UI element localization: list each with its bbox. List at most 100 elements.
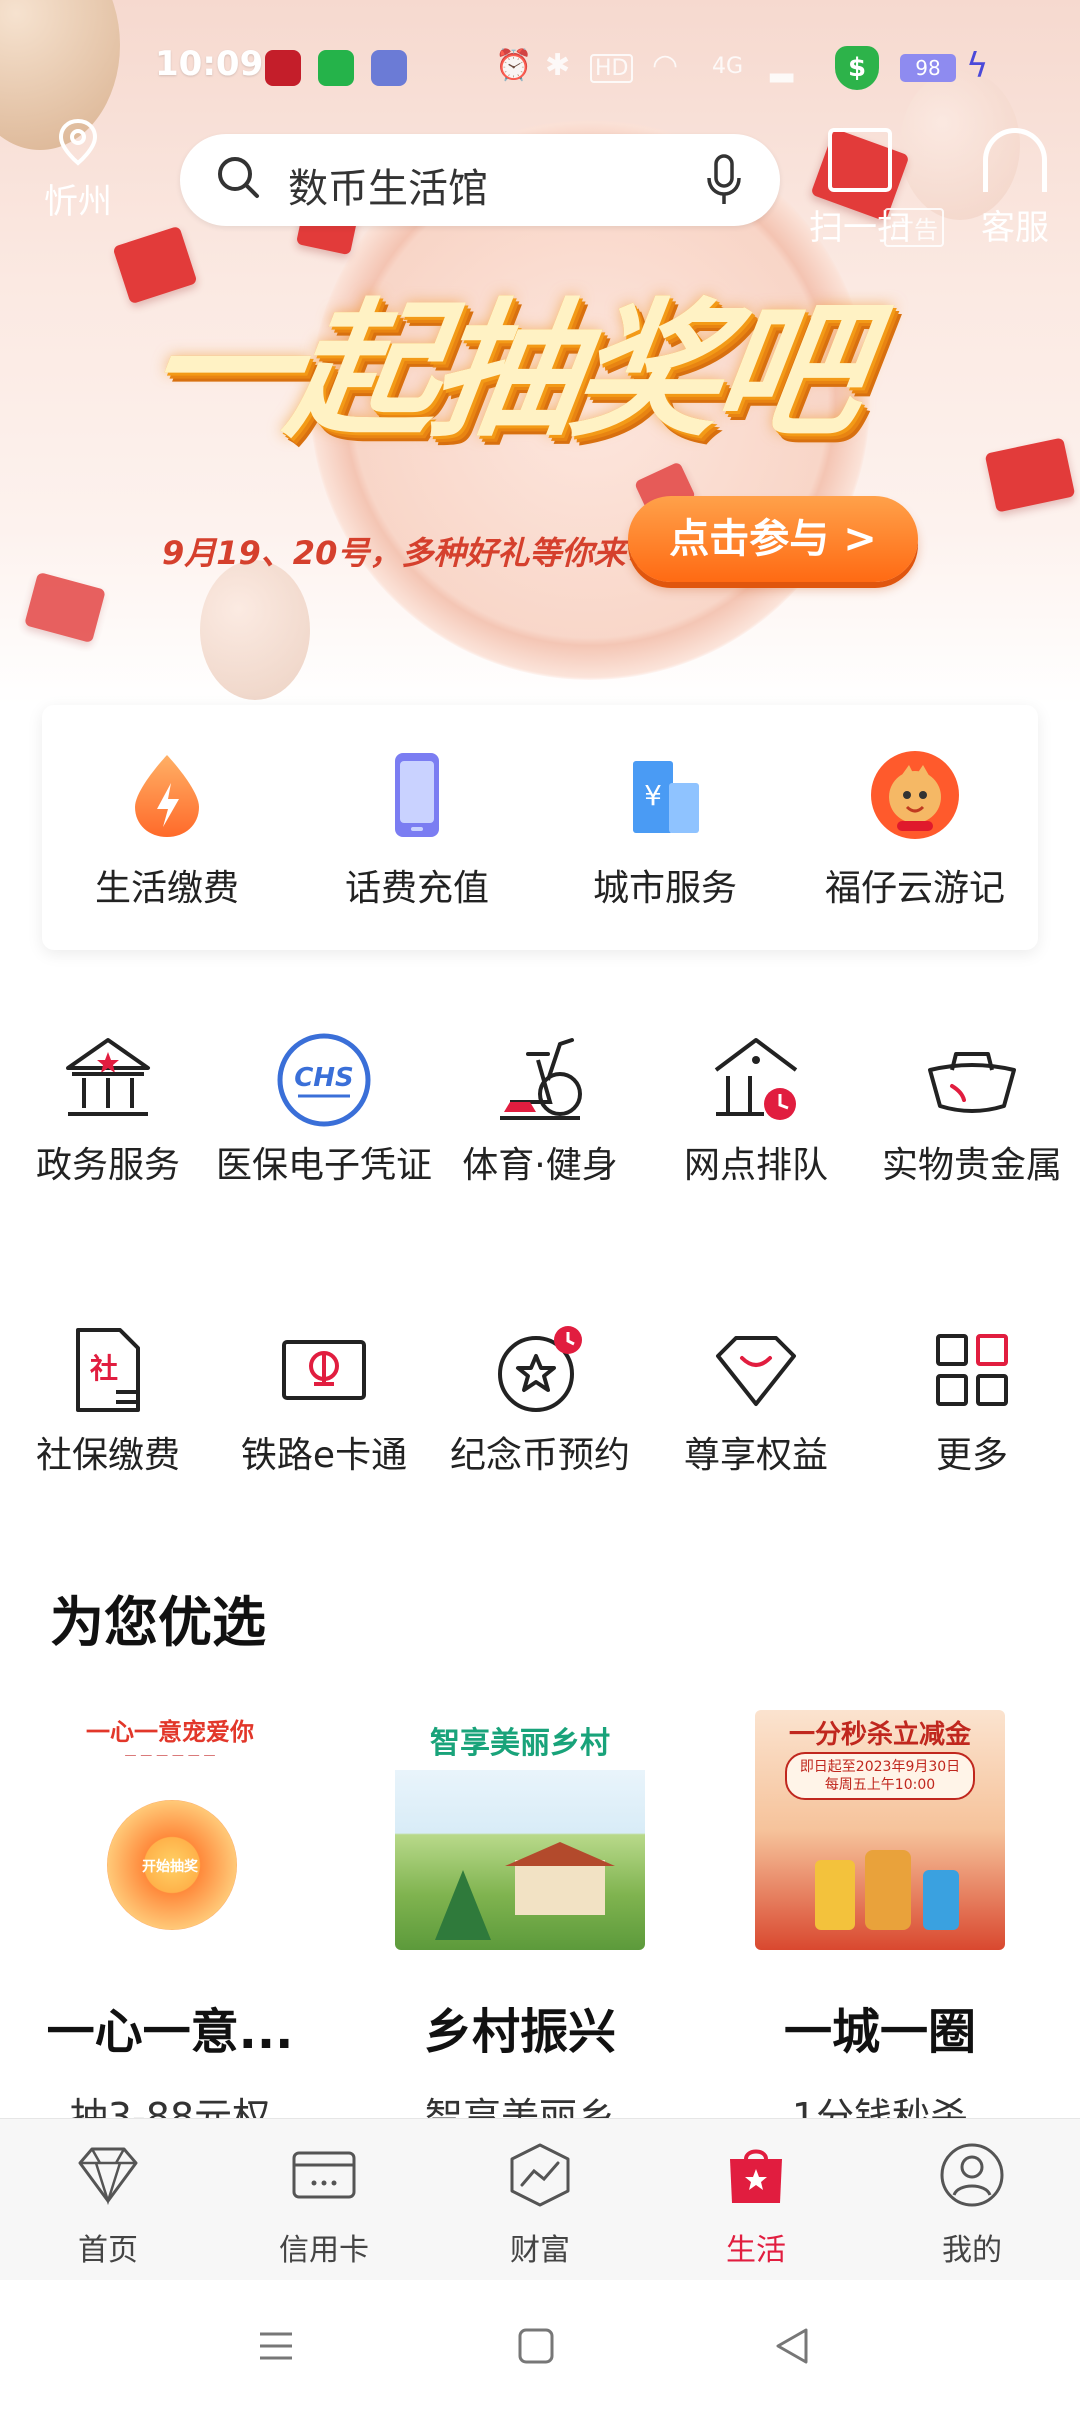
grid-item-medical-insurance[interactable]: CHS 医保电子凭证 <box>216 1030 432 1188</box>
service-label: 客服 <box>981 208 1049 248</box>
lottery-banner[interactable]: 10:09 ⏰ ✱ HD ◠ 4G ▂ $ 98 ϟ 忻州 数币生活馆 扫一扫 … <box>0 0 1080 705</box>
city-building-icon: ¥ <box>633 761 699 833</box>
wheel-center-text: 开始抽奖 <box>142 1859 198 1875</box>
red-envelope-decoration <box>984 437 1076 513</box>
quick-item-fuzai-tour[interactable]: 福仔云游记 <box>790 749 1040 911</box>
card-image-caption: 智享美丽乡村 <box>430 1726 610 1761</box>
wifi-icon: ◠ <box>652 48 679 83</box>
bank-app-icon <box>265 50 301 86</box>
card-image: 一心一意宠爱你 — — — — — — 开始抽奖 <box>45 1710 295 1950</box>
social-security-icon: 社 <box>76 1328 140 1412</box>
bolt-drop-icon <box>135 755 199 837</box>
branch-queue-icon <box>714 1038 798 1120</box>
balloon-decoration <box>200 560 310 700</box>
quick-item-label: 话费充值 <box>344 868 489 909</box>
search-placeholder: 数币生活馆 <box>288 166 488 212</box>
card-image-caption: 一分秒杀立减金 <box>788 1720 971 1750</box>
status-bar: 10:09 ⏰ ✱ HD ◠ 4G ▂ $ 98 ϟ <box>0 40 1080 100</box>
bluetooth-icon: ✱ <box>545 48 571 83</box>
scan-icon <box>828 128 892 192</box>
phone-icon <box>395 753 439 837</box>
quick-item-label: 生活缴费 <box>94 868 239 909</box>
tab-credit-card[interactable]: 信用卡 <box>216 2139 432 2269</box>
tab-label: 信用卡 <box>279 2233 369 2268</box>
quick-services-card: 生活缴费 话费充值 ¥ 城市服务 福仔云游记 <box>42 705 1038 950</box>
grid-item-label: 尊享权益 <box>683 1435 828 1476</box>
svg-text:CHS: CHS <box>294 1063 354 1093</box>
commemorative-coin-icon <box>498 1326 582 1412</box>
recommend-card[interactable]: 一分秒杀立减金 即日起至2023年9月30日 每周五上午10:00 一城一圈 1… <box>715 1710 1045 2141</box>
grid-item-precious-metal[interactable]: 实物贵金属 <box>864 1030 1080 1188</box>
search-icon <box>218 157 259 198</box>
section-title: 为您优选 <box>50 1591 266 1654</box>
svg-text:¥: ¥ <box>644 779 662 812</box>
red-envelope-decoration <box>24 571 106 644</box>
card-image-subtext: 即日起至2023年9月30日 每周五上午10:00 <box>785 1752 975 1800</box>
card-title: 乡村振兴 <box>423 2004 616 2060</box>
charging-icon: ϟ <box>966 46 989 86</box>
grid-item-label: 社保缴费 <box>35 1435 180 1476</box>
security-shield-icon: $ <box>835 46 879 90</box>
tab-label: 生活 <box>726 2233 786 2268</box>
headset-icon <box>983 128 1047 192</box>
shopping-bag-icon <box>730 2149 782 2203</box>
grid-item-label: 更多 <box>935 1435 1008 1476</box>
location-city: 忻州 <box>44 182 112 222</box>
tab-label: 我的 <box>942 2233 1002 2268</box>
customer-service-button[interactable]: 客服 <box>960 128 1070 249</box>
quick-item-utility-payment[interactable]: 生活缴费 <box>42 749 292 911</box>
grid-item-more[interactable]: 更多 <box>864 1320 1080 1478</box>
grid-item-government[interactable]: 政务服务 <box>0 1030 216 1188</box>
signal-icon: ▂ <box>770 48 794 83</box>
card-image-caption: 一心一意宠爱你 <box>86 1718 254 1746</box>
grid-item-railway-card[interactable]: 铁路e卡通 <box>216 1320 432 1478</box>
grid-item-commemorative-coin[interactable]: 纪念币预约 <box>432 1320 648 1478</box>
credit-card-icon <box>292 2151 356 2199</box>
tab-home[interactable]: 首页 <box>0 2139 216 2269</box>
user-profile-icon <box>940 2143 1004 2207</box>
grid-item-sports-fitness[interactable]: 体育·健身 <box>432 1030 648 1188</box>
home-square-icon[interactable] <box>514 2324 558 2368</box>
grid-item-social-security[interactable]: 社 社保缴费 <box>0 1320 216 1478</box>
recommend-card[interactable]: 智享美丽乡村 乡村振兴 智享美丽乡 <box>355 1710 685 2141</box>
tab-life[interactable]: 生活 <box>648 2139 864 2269</box>
back-icon[interactable] <box>770 2324 814 2368</box>
svg-text:社: 社 <box>90 1352 118 1385</box>
signal-4g-icon: 4G <box>712 54 744 79</box>
more-grid-icon <box>936 1334 1008 1406</box>
tab-profile[interactable]: 我的 <box>864 2139 1080 2269</box>
system-navigation-bar <box>0 2280 1080 2412</box>
message-app-icon <box>318 50 354 86</box>
tab-label: 首页 <box>78 2233 138 2268</box>
government-building-icon <box>66 1038 150 1116</box>
banner-subline: 9月19、20号，多种好礼等你来领 <box>162 534 658 572</box>
grid-item-label: 网点排队 <box>683 1145 828 1186</box>
tab-label: 财富 <box>510 2233 570 2268</box>
recommend-card[interactable]: 一心一意宠爱你 — — — — — — 开始抽奖 一心一意... 抽3-88元权 <box>5 1710 335 2141</box>
exercise-bike-icon <box>500 1038 582 1120</box>
grid-item-branch-queue[interactable]: 网点排队 <box>648 1030 864 1188</box>
banner-headline: 一起抽奖吧 <box>136 285 871 457</box>
menu-icon[interactable] <box>254 2324 298 2368</box>
wealth-chart-icon <box>510 2143 570 2207</box>
quick-item-city-service[interactable]: ¥ 城市服务 <box>540 749 790 911</box>
microphone-icon[interactable] <box>704 152 744 208</box>
railway-card-icon <box>282 1340 366 1400</box>
card-title: 一城一圈 <box>783 2004 976 2060</box>
quick-item-label: 福仔云游记 <box>824 868 1005 909</box>
gold-ingot-icon <box>928 1052 1016 1113</box>
quick-item-label: 城市服务 <box>592 868 737 909</box>
join-lottery-button[interactable]: 点击参与 > <box>628 496 918 582</box>
card-image: 智享美丽乡村 <box>395 1710 645 1950</box>
quick-item-phone-recharge[interactable]: 话费充值 <box>292 749 542 911</box>
grid-item-label: 铁路e卡通 <box>240 1435 408 1476</box>
search-bar[interactable]: 数币生活馆 <box>180 134 780 226</box>
location-selector[interactable]: 忻州 <box>38 118 118 223</box>
ad-badge: 广告 <box>884 208 944 247</box>
card-image: 一分秒杀立减金 即日起至2023年9月30日 每周五上午10:00 <box>755 1710 1005 1950</box>
grid-item-label: 纪念币预约 <box>449 1435 630 1476</box>
hd-icon: HD <box>590 54 634 83</box>
grid-item-privileges[interactable]: 尊享权益 <box>648 1320 864 1478</box>
tab-wealth[interactable]: 财富 <box>432 2139 648 2269</box>
grid-item-label: 实物贵金属 <box>881 1145 1062 1186</box>
